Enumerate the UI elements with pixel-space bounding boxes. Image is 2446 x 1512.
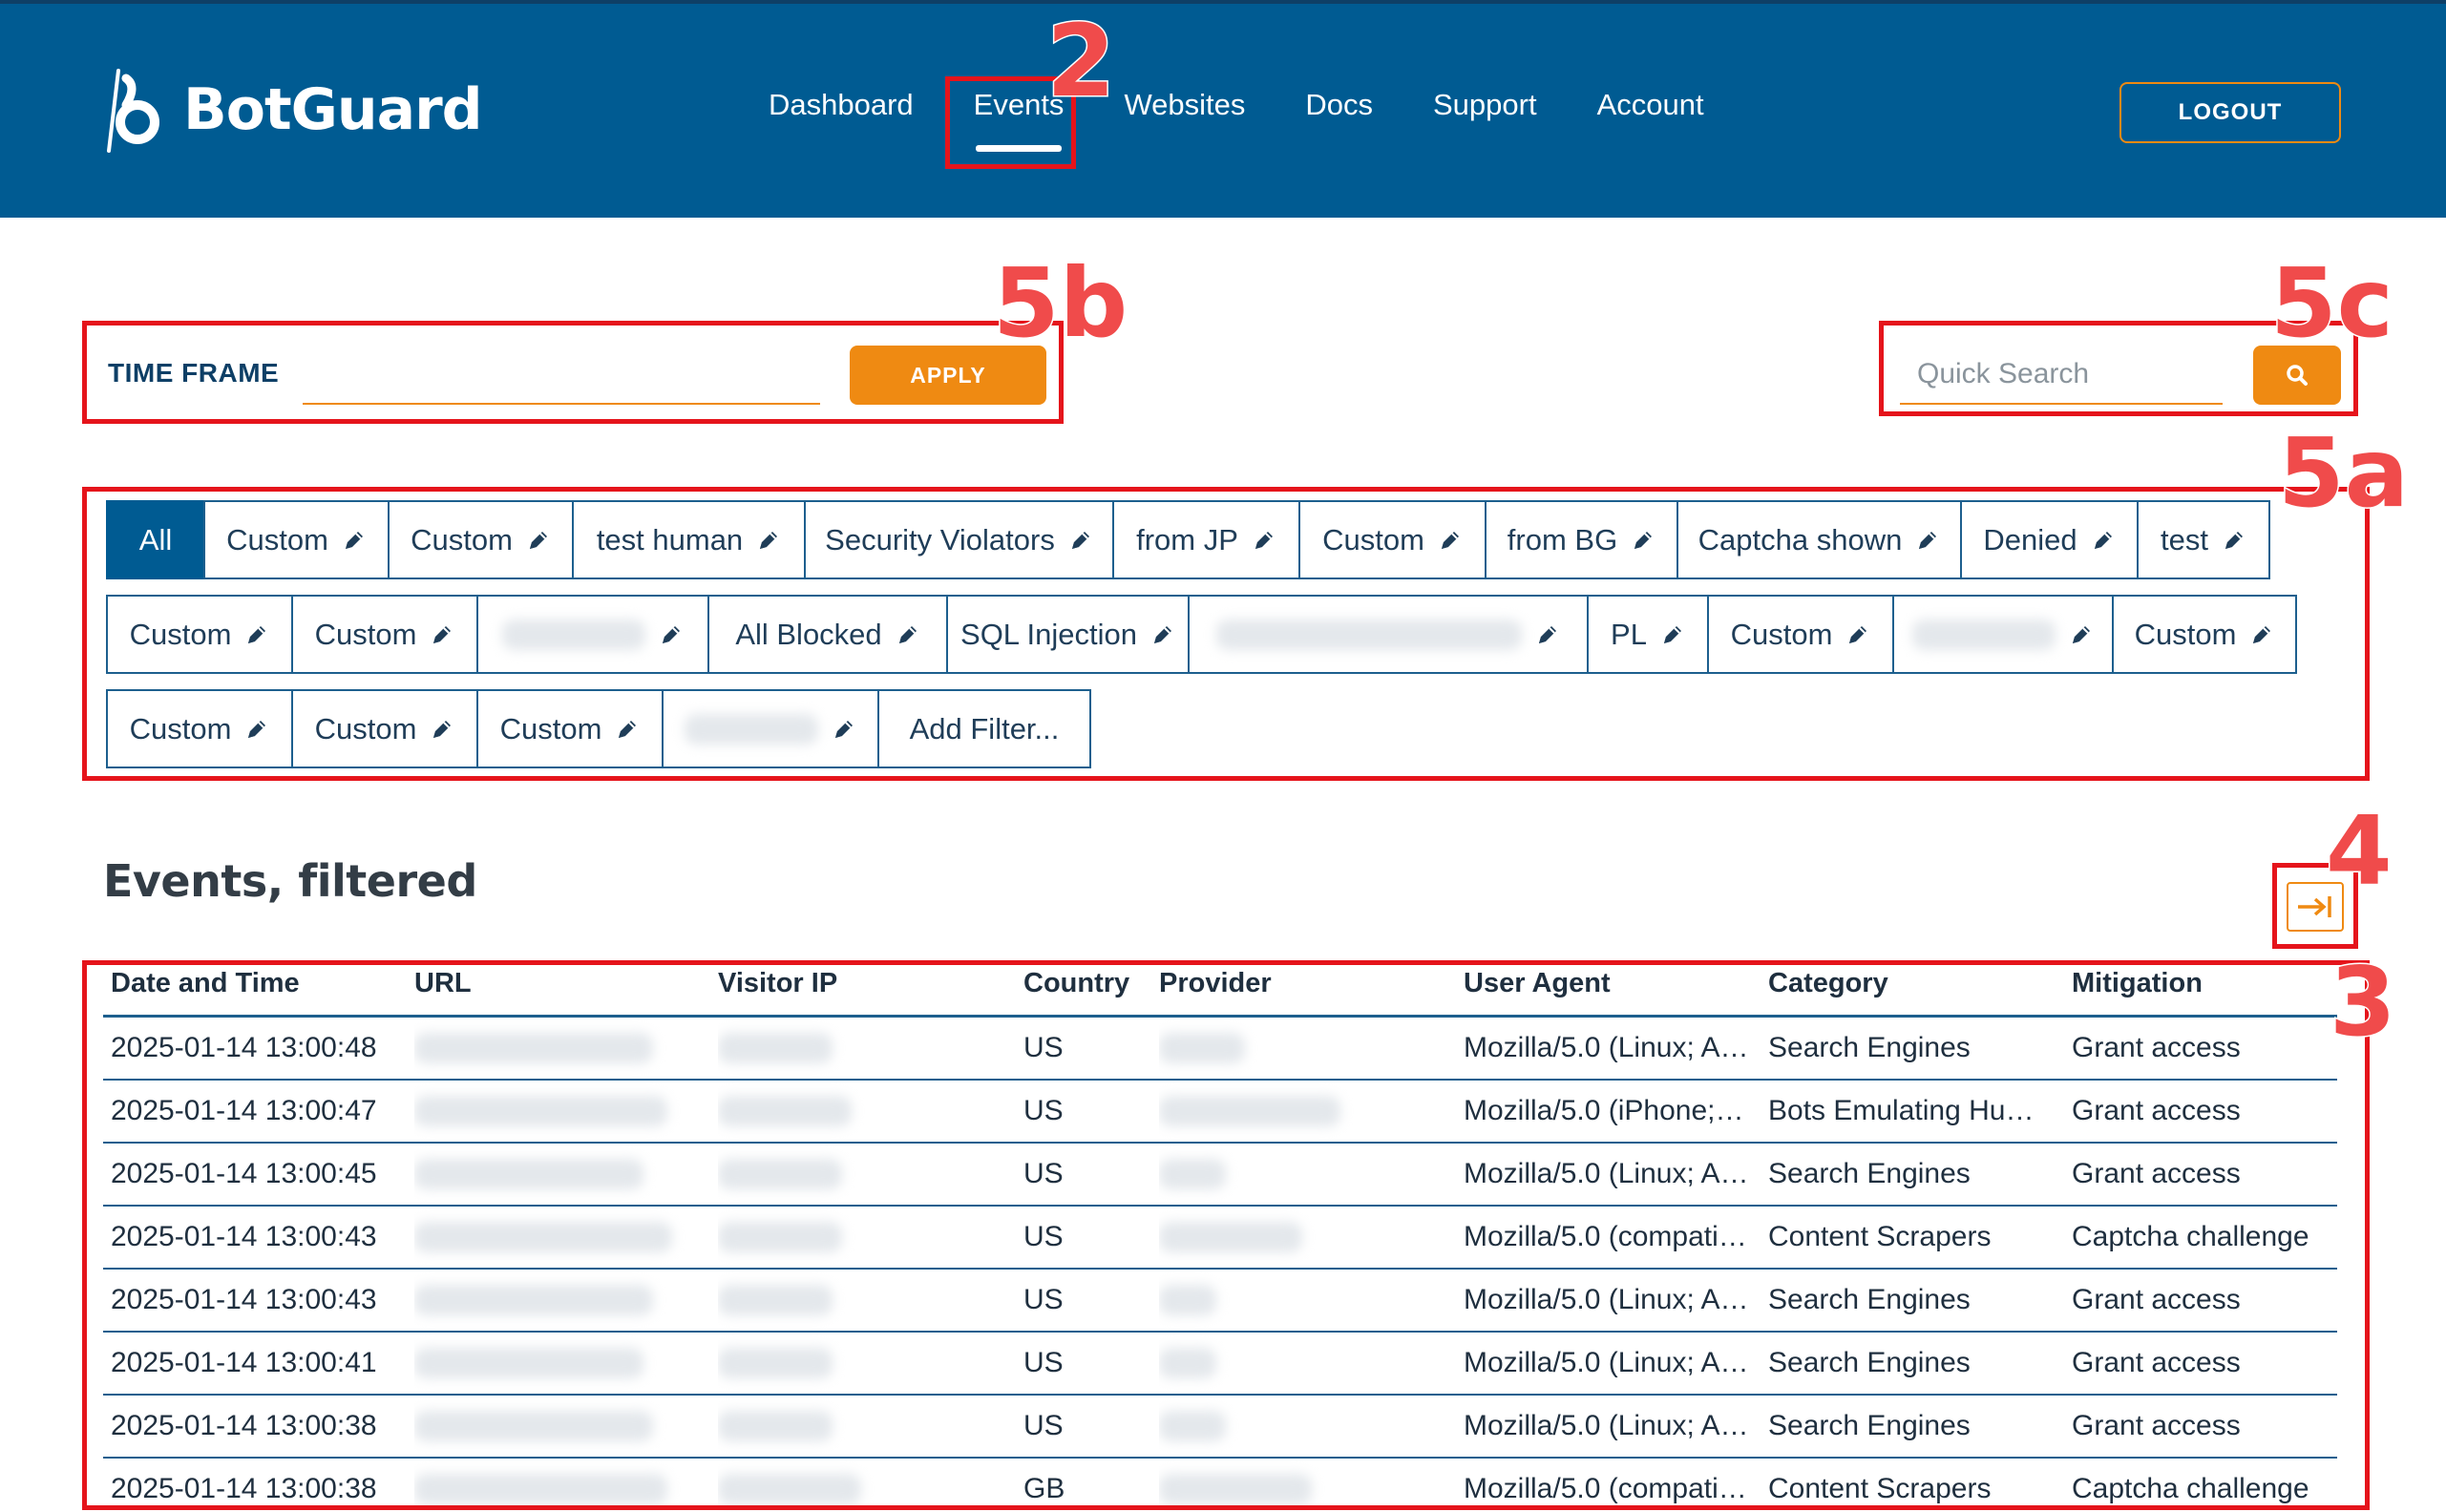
annotation-label-table: 3 <box>2329 946 2398 1058</box>
annotation-label-nav-events: 2 <box>1044 3 1116 119</box>
events-title: Events, filtered <box>103 855 477 907</box>
annotation-box-table <box>82 960 2370 1510</box>
annotation-box-filters <box>82 487 2370 781</box>
logout-button[interactable]: LOGOUT <box>2119 82 2341 143</box>
nav-docs[interactable]: Docs <box>1305 88 1373 130</box>
annotation-label-filters: 5a <box>2276 417 2410 529</box>
nav-account[interactable]: Account <box>1597 88 1704 130</box>
annotation-label-search: 5c <box>2269 247 2395 359</box>
nav-support[interactable]: Support <box>1433 88 1537 130</box>
annotation-box-timeframe <box>82 321 1064 424</box>
botguard-logo[interactable]: BotGuard <box>105 67 483 153</box>
nav-dashboard[interactable]: Dashboard <box>769 88 914 130</box>
main-nav: Dashboard Events Websites Docs Support A… <box>769 88 1764 152</box>
nav-websites[interactable]: Websites <box>1124 88 1245 130</box>
botguard-logo-icon <box>107 69 159 153</box>
logo-text: BotGuard <box>183 76 483 143</box>
annotation-label-timeframe: 5b <box>991 247 1128 359</box>
annotation-label-export: 4 <box>2325 795 2394 907</box>
top-header: BotGuard Dashboard Events Websites Docs … <box>0 0 2446 218</box>
